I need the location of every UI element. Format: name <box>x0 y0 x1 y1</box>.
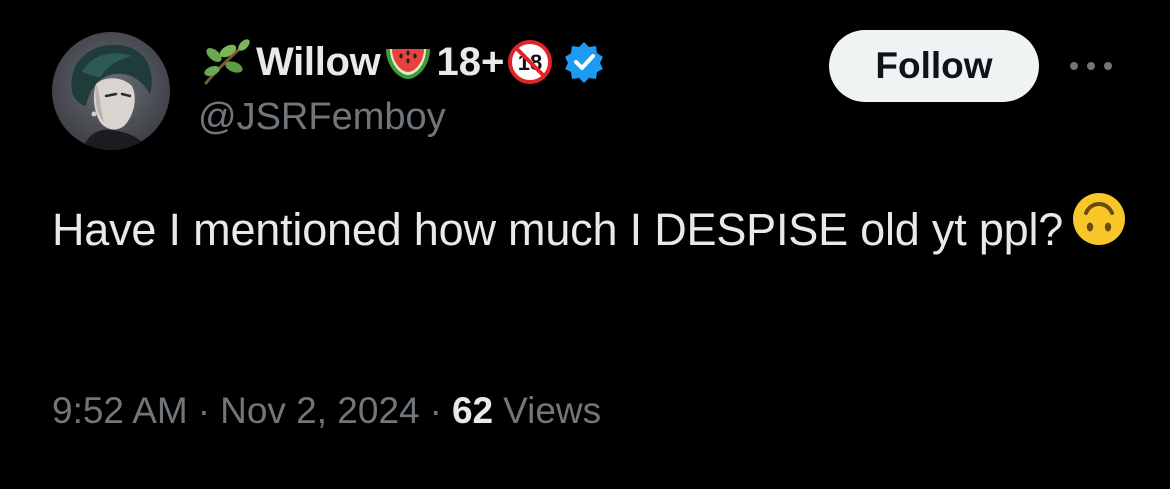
no-under-18-icon: 18 <box>508 40 553 84</box>
meta-separator: · <box>429 390 442 431</box>
tweet-text: Have I mentioned how much I DESPISE old … <box>52 192 1132 266</box>
sprig-icon <box>204 39 250 85</box>
views-count: 62 <box>451 390 494 431</box>
upside-down-face-emoji <box>1071 191 1127 266</box>
author-display-name: Willow <box>256 39 381 84</box>
tweet-time[interactable]: 9:52 AM <box>52 390 188 432</box>
author-name-row[interactable]: Willow 18+ 18 <box>198 36 606 88</box>
tweet-text-content: Have I mentioned how much I DESPISE old … <box>52 204 1064 255</box>
avatar[interactable] <box>52 32 170 150</box>
more-options-icon <box>1070 62 1112 70</box>
tweet-meta: 9:52 AM · Nov 2, 2024 · 62 Views <box>52 390 601 432</box>
avatar-image <box>52 32 170 150</box>
watermelon-icon <box>385 49 430 79</box>
tweet: Willow 18+ 18 @JSRFemboy Follow <box>0 0 1170 489</box>
author-handle[interactable]: @JSRFemboy <box>198 96 446 139</box>
age-label: 18+ <box>436 39 505 84</box>
meta-separator: · <box>197 390 211 431</box>
more-options-button[interactable] <box>1063 48 1119 84</box>
verified-badge-icon[interactable] <box>562 40 606 84</box>
views-label: Views <box>503 390 602 431</box>
tweet-date[interactable]: Nov 2, 2024 <box>220 390 420 432</box>
follow-button[interactable]: Follow <box>829 30 1039 102</box>
